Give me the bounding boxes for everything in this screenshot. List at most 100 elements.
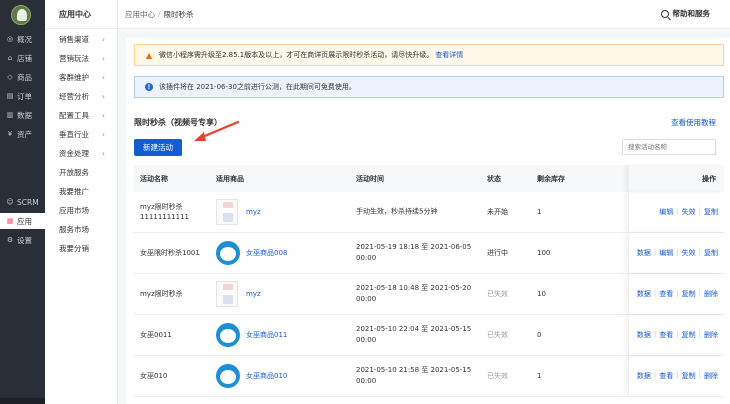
row-action-button[interactable]: 失效 xyxy=(682,248,696,258)
row-action-button[interactable]: 删除 xyxy=(704,330,718,340)
op-divider: | xyxy=(698,330,701,338)
activity-time: 2021-05-10 22:04 至 2021-05-15 00:00 xyxy=(356,325,472,344)
sidebar-item-5[interactable]: 垂直行业 › xyxy=(45,126,117,144)
search-input[interactable] xyxy=(622,139,716,155)
sidebar-item-6[interactable]: 资金处理 › xyxy=(45,145,117,163)
nav-label: 商品 xyxy=(17,72,32,82)
store-icon: ⌂ xyxy=(7,54,13,62)
chevron-right-icon: › xyxy=(101,149,105,158)
new-activity-button[interactable]: 新建活动 xyxy=(134,139,182,156)
activity-time: 2021-05-19 18:18 至 2021-06-05 00:00 xyxy=(356,243,472,262)
product-link[interactable]: myz xyxy=(246,290,261,298)
nav-bottom-item-0[interactable]: ☺ SCRM xyxy=(0,194,45,210)
nav-bottom-item-2[interactable]: ⚙ 设置 xyxy=(0,232,45,248)
nav-label: SCRM xyxy=(17,197,39,207)
product-cell: myz xyxy=(216,199,261,225)
chart-icon: ▥ xyxy=(6,111,14,119)
sidebar-item-11[interactable]: 我要分销 xyxy=(45,240,117,258)
status-badge: 进行中 xyxy=(487,249,508,257)
sidebar-item-0[interactable]: 销售渠道 › xyxy=(45,31,117,49)
product-cell: 女巫商品008 xyxy=(216,240,287,266)
row-action-button[interactable]: 复制 xyxy=(704,248,718,258)
row-action-button[interactable]: 查看 xyxy=(659,371,673,381)
sidebar-item-label: 开放服务 xyxy=(59,168,89,177)
sidebar-item-3[interactable]: 经营分析 › xyxy=(45,88,117,106)
product-link[interactable]: 女巫商品008 xyxy=(246,248,287,258)
sidebar-item-2[interactable]: 客群维护 › xyxy=(45,69,117,87)
op-divider: | xyxy=(676,248,679,256)
row-action-button[interactable]: 删除 xyxy=(704,371,718,381)
upgrade-warning: ▲ 微信小程序需升级至2.85.1版本及以上，才可在商详页展示限时秒杀活动，请尽… xyxy=(134,44,724,66)
row-action-button[interactable]: 查看 xyxy=(659,289,673,299)
sidebar-item-label: 我要分销 xyxy=(59,244,89,253)
status-badge: 已失效 xyxy=(487,290,508,298)
table-row: 女巫0011 女巫商品011 2021-05-10 22:04 至 2021-05-… xyxy=(134,315,724,356)
sidebar-item-label: 销售渠道 xyxy=(59,35,89,44)
sidebar-item-8[interactable]: 我要推广 xyxy=(45,183,117,201)
row-action-button[interactable]: 复制 xyxy=(682,371,696,381)
product-link[interactable]: 女巫商品011 xyxy=(246,330,287,340)
product-link[interactable]: myz xyxy=(246,208,261,216)
row-action-button[interactable]: 复制 xyxy=(682,330,696,340)
op-divider: | xyxy=(653,289,657,297)
product-link[interactable]: 女巫商品010 xyxy=(246,371,287,381)
breadcrumb-root[interactable]: 应用中心 xyxy=(125,10,155,19)
activity-time: 手动生效，秒杀持续5分钟 xyxy=(356,207,438,216)
row-action-button[interactable]: 数据 xyxy=(637,371,651,381)
nav-item-0[interactable]: ◎ 概况 xyxy=(0,31,45,47)
row-action-button[interactable]: 数据 xyxy=(637,289,651,299)
row-action-button[interactable]: 删除 xyxy=(704,289,718,299)
sidebar-item-10[interactable]: 服务市场 xyxy=(45,221,117,239)
row-action-button[interactable]: 查看 xyxy=(659,330,673,340)
row-action-button[interactable]: 复制 xyxy=(704,207,718,217)
asset-icon: ¥ xyxy=(7,130,13,138)
nav-label: 资产 xyxy=(17,129,32,139)
product-thumbnail xyxy=(216,240,240,266)
op-divider: | xyxy=(676,330,679,338)
nav-label: 概况 xyxy=(17,34,32,44)
stock-value: 1 xyxy=(537,372,542,380)
row-action-button[interactable]: 复制 xyxy=(682,289,696,299)
warning-details-link[interactable]: 查看详情 xyxy=(435,50,463,60)
user-icon: ☺ xyxy=(6,198,14,206)
avatar[interactable] xyxy=(11,5,31,25)
sidebar-item-9[interactable]: 应用市场 xyxy=(45,202,117,220)
activity-time: 2021-05-10 21:58 至 2021-05-15 00:00 xyxy=(356,366,472,385)
nav-item-3[interactable]: ▤ 订单 xyxy=(0,88,45,104)
chevron-right-icon: › xyxy=(101,92,105,101)
help-button[interactable]: 帮助和服务 xyxy=(660,8,710,19)
beta-notice: ! 该插件将在 2021-06-30之前进行公测，在此期间可免费使用。 xyxy=(134,76,724,98)
op-divider: | xyxy=(698,207,701,215)
row-action-button[interactable]: 编辑 xyxy=(659,207,673,217)
actions-column-shadow xyxy=(628,165,724,192)
sidebar-item-1[interactable]: 营销玩法 › xyxy=(45,50,117,68)
tutorial-link[interactable]: 查看使用教程 xyxy=(671,117,716,128)
row-actions: 数据 | 查看 | 复制 | 删除 xyxy=(628,371,724,381)
stock-value: 100 xyxy=(537,249,551,257)
nav-item-5[interactable]: ¥ 资产 xyxy=(0,126,45,142)
nav-item-4[interactable]: ▥ 数据 xyxy=(0,107,45,123)
col-stock: 剩余库存 xyxy=(537,174,565,183)
op-divider: | xyxy=(676,207,679,215)
nav-label: 数据 xyxy=(17,110,32,120)
col-time: 活动时间 xyxy=(356,174,384,183)
sidebar-item-7[interactable]: 开放服务 xyxy=(45,164,117,182)
row-action-button[interactable]: 数据 xyxy=(637,248,651,258)
chevron-right-icon: › xyxy=(101,73,105,82)
sidebar-item-4[interactable]: 配置工具 › xyxy=(45,107,117,125)
row-action-button[interactable]: 编辑 xyxy=(659,248,673,258)
info-icon: ! xyxy=(145,83,153,91)
product-cell: 女巫商品010 xyxy=(216,363,287,389)
nav-item-1[interactable]: ⌂ 店铺 xyxy=(0,50,45,66)
nav-item-2[interactable]: ◇ 商品 xyxy=(0,69,45,85)
sidebar-item-label: 资金处理 xyxy=(59,149,89,158)
op-divider: | xyxy=(653,371,657,379)
op-divider: | xyxy=(653,248,657,256)
col-name: 活动名称 xyxy=(140,174,168,183)
tag-icon: ◇ xyxy=(7,73,13,81)
op-divider: | xyxy=(676,289,679,297)
nav-bottom-item-1[interactable]: ▦ 应用 xyxy=(0,213,45,229)
row-action-button[interactable]: 数据 xyxy=(637,330,651,340)
row-action-button[interactable]: 失效 xyxy=(682,207,696,217)
horizontal-scrollbar[interactable] xyxy=(0,398,45,404)
